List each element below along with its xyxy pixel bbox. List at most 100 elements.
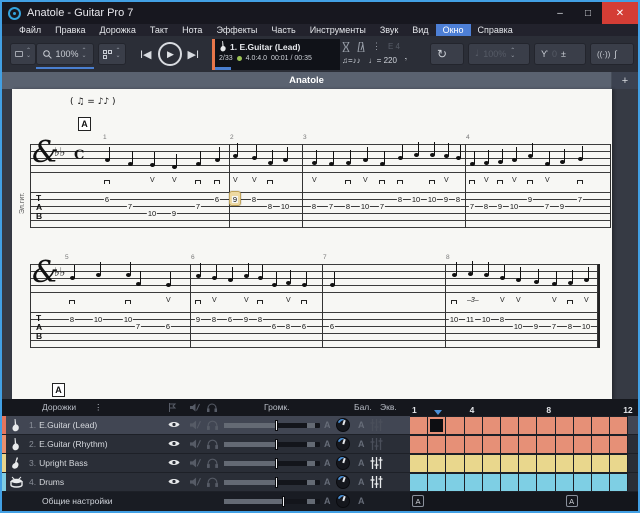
- fret-number[interactable]: 10: [427, 196, 437, 203]
- master-pan-knob[interactable]: [336, 494, 350, 508]
- grid-cell[interactable]: [501, 454, 519, 472]
- note-head[interactable]: [452, 273, 457, 277]
- play-button[interactable]: ▶: [158, 42, 182, 66]
- grid-cell[interactable]: [537, 473, 555, 491]
- fret-number[interactable]: 10: [411, 196, 421, 203]
- volume-automation[interactable]: A: [324, 439, 331, 449]
- pan-automation[interactable]: A: [358, 420, 365, 430]
- grid-cell[interactable]: [446, 435, 464, 453]
- add-tab-button[interactable]: +: [612, 72, 638, 89]
- solo-headphones-icon[interactable]: [207, 439, 218, 449]
- note-head[interactable]: [96, 273, 101, 277]
- fret-number[interactable]: 9: [232, 196, 238, 203]
- solo-all-icon[interactable]: [207, 403, 217, 412]
- fret-number[interactable]: 9: [243, 316, 249, 323]
- fret-number[interactable]: 6: [104, 196, 110, 203]
- zoom-control[interactable]: 100% ⌃⌄: [36, 43, 94, 65]
- maximize-button[interactable]: □: [574, 2, 602, 24]
- menu-item-Нота[interactable]: Нота: [175, 24, 209, 36]
- countdown-hourglass-icon[interactable]: [342, 42, 350, 52]
- visibility-eye-icon[interactable]: [168, 458, 180, 467]
- section-marker-A[interactable]: A: [412, 495, 424, 507]
- fret-number[interactable]: 7: [328, 203, 334, 210]
- grid-cell[interactable]: [556, 416, 574, 434]
- fret-number[interactable]: 6: [301, 323, 307, 330]
- view-mode-button[interactable]: ⌃⌄: [10, 43, 36, 65]
- fret-number[interactable]: 7: [577, 196, 583, 203]
- fret-number[interactable]: 10: [360, 203, 370, 210]
- next-section-marker[interactable]: A: [52, 383, 65, 397]
- master-pan-automation[interactable]: A: [358, 496, 365, 506]
- volume-automation[interactable]: A: [324, 420, 331, 430]
- grid-cell[interactable]: [519, 416, 537, 434]
- fret-number[interactable]: 8: [211, 316, 217, 323]
- grid-cell[interactable]: [465, 473, 483, 491]
- score-area[interactable]: ( ♫ = ♪♪ )AЭл.гит.A&♭♭CTAB167V10V9762V9V…: [2, 89, 638, 399]
- note-head[interactable]: [70, 276, 75, 280]
- visibility-eye-icon[interactable]: [168, 439, 180, 448]
- menu-item-Вид[interactable]: Вид: [405, 24, 435, 36]
- fret-number[interactable]: 9: [195, 316, 201, 323]
- grid-cell[interactable]: [428, 454, 446, 472]
- fret-number[interactable]: 8: [311, 203, 317, 210]
- grid-cell[interactable]: [483, 416, 501, 434]
- eq-icon[interactable]: [370, 457, 383, 469]
- grid-cell[interactable]: [519, 454, 537, 472]
- fret-number[interactable]: 8: [455, 196, 461, 203]
- fret-number[interactable]: 7: [551, 323, 557, 330]
- note-head[interactable]: [126, 273, 131, 277]
- loop-button[interactable]: ↻: [430, 43, 464, 65]
- grid-cell[interactable]: [592, 454, 610, 472]
- track-row-1[interactable]: 1.E.Guitar (Lead)AA: [2, 416, 638, 435]
- line-in-signature-group[interactable]: ((·)) ∫: [590, 43, 634, 65]
- grid-cell[interactable]: [410, 416, 428, 434]
- fret-number[interactable]: 7: [469, 203, 475, 210]
- grid-cell[interactable]: [501, 473, 519, 491]
- fret-number[interactable]: 9: [497, 203, 503, 210]
- metronome-icon[interactable]: [357, 42, 365, 52]
- volume-slider[interactable]: [224, 442, 320, 447]
- menu-item-Часть[interactable]: Часть: [264, 24, 302, 36]
- fret-number[interactable]: 10: [123, 316, 133, 323]
- fret-number[interactable]: 7: [544, 203, 550, 210]
- pan-knob[interactable]: [336, 418, 350, 432]
- master-volume-automation[interactable]: A: [324, 496, 331, 506]
- minimize-button[interactable]: –: [546, 2, 574, 24]
- solo-headphones-icon[interactable]: [207, 420, 218, 430]
- grid-cell[interactable]: [556, 454, 574, 472]
- swing-indicator[interactable]: ♫=♪♪: [342, 56, 361, 65]
- track-row-2[interactable]: 2.E.Guitar (Rhythm)AA: [2, 435, 638, 454]
- grid-cell[interactable]: [537, 435, 555, 453]
- grid-cell[interactable]: [519, 473, 537, 491]
- note-head[interactable]: [484, 273, 489, 277]
- fret-number[interactable]: 11: [465, 316, 475, 323]
- mute-icon[interactable]: [190, 439, 201, 449]
- mute-icon[interactable]: [190, 458, 201, 468]
- grid-cell[interactable]: [483, 435, 501, 453]
- fret-number[interactable]: 8: [285, 323, 291, 330]
- grid-cell[interactable]: [592, 416, 610, 434]
- mute-icon[interactable]: [190, 477, 201, 487]
- fret-number[interactable]: 9: [533, 323, 539, 330]
- section-marker-A[interactable]: A: [566, 495, 578, 507]
- fret-number[interactable]: 10: [93, 316, 103, 323]
- menu-item-Справка[interactable]: Справка: [471, 24, 520, 36]
- fret-number[interactable]: 9: [559, 203, 565, 210]
- grid-cell[interactable]: [446, 454, 464, 472]
- relative-speed-control[interactable]: ♩ 100% ⌃⌄: [468, 43, 530, 65]
- grid-cell[interactable]: [537, 454, 555, 472]
- grid-cell[interactable]: [519, 435, 537, 453]
- more-options-icon[interactable]: ⋮: [372, 41, 381, 52]
- note-head[interactable]: [252, 156, 257, 160]
- pan-knob[interactable]: [336, 475, 350, 489]
- fret-number[interactable]: 10: [449, 316, 459, 323]
- fret-number[interactable]: 10: [147, 210, 157, 217]
- grid-cell[interactable]: [446, 473, 464, 491]
- note-head[interactable]: [568, 281, 573, 285]
- track-display-panel[interactable]: 1. E.Guitar (Lead) 2/33 4.0:4.0 00:01 / …: [212, 39, 340, 70]
- grid-cell[interactable]: [428, 416, 446, 434]
- master-volume-slider[interactable]: [224, 499, 320, 504]
- next-button[interactable]: ▶I: [188, 48, 200, 61]
- fret-number[interactable]: 6: [271, 323, 277, 330]
- mute-icon[interactable]: [190, 420, 201, 430]
